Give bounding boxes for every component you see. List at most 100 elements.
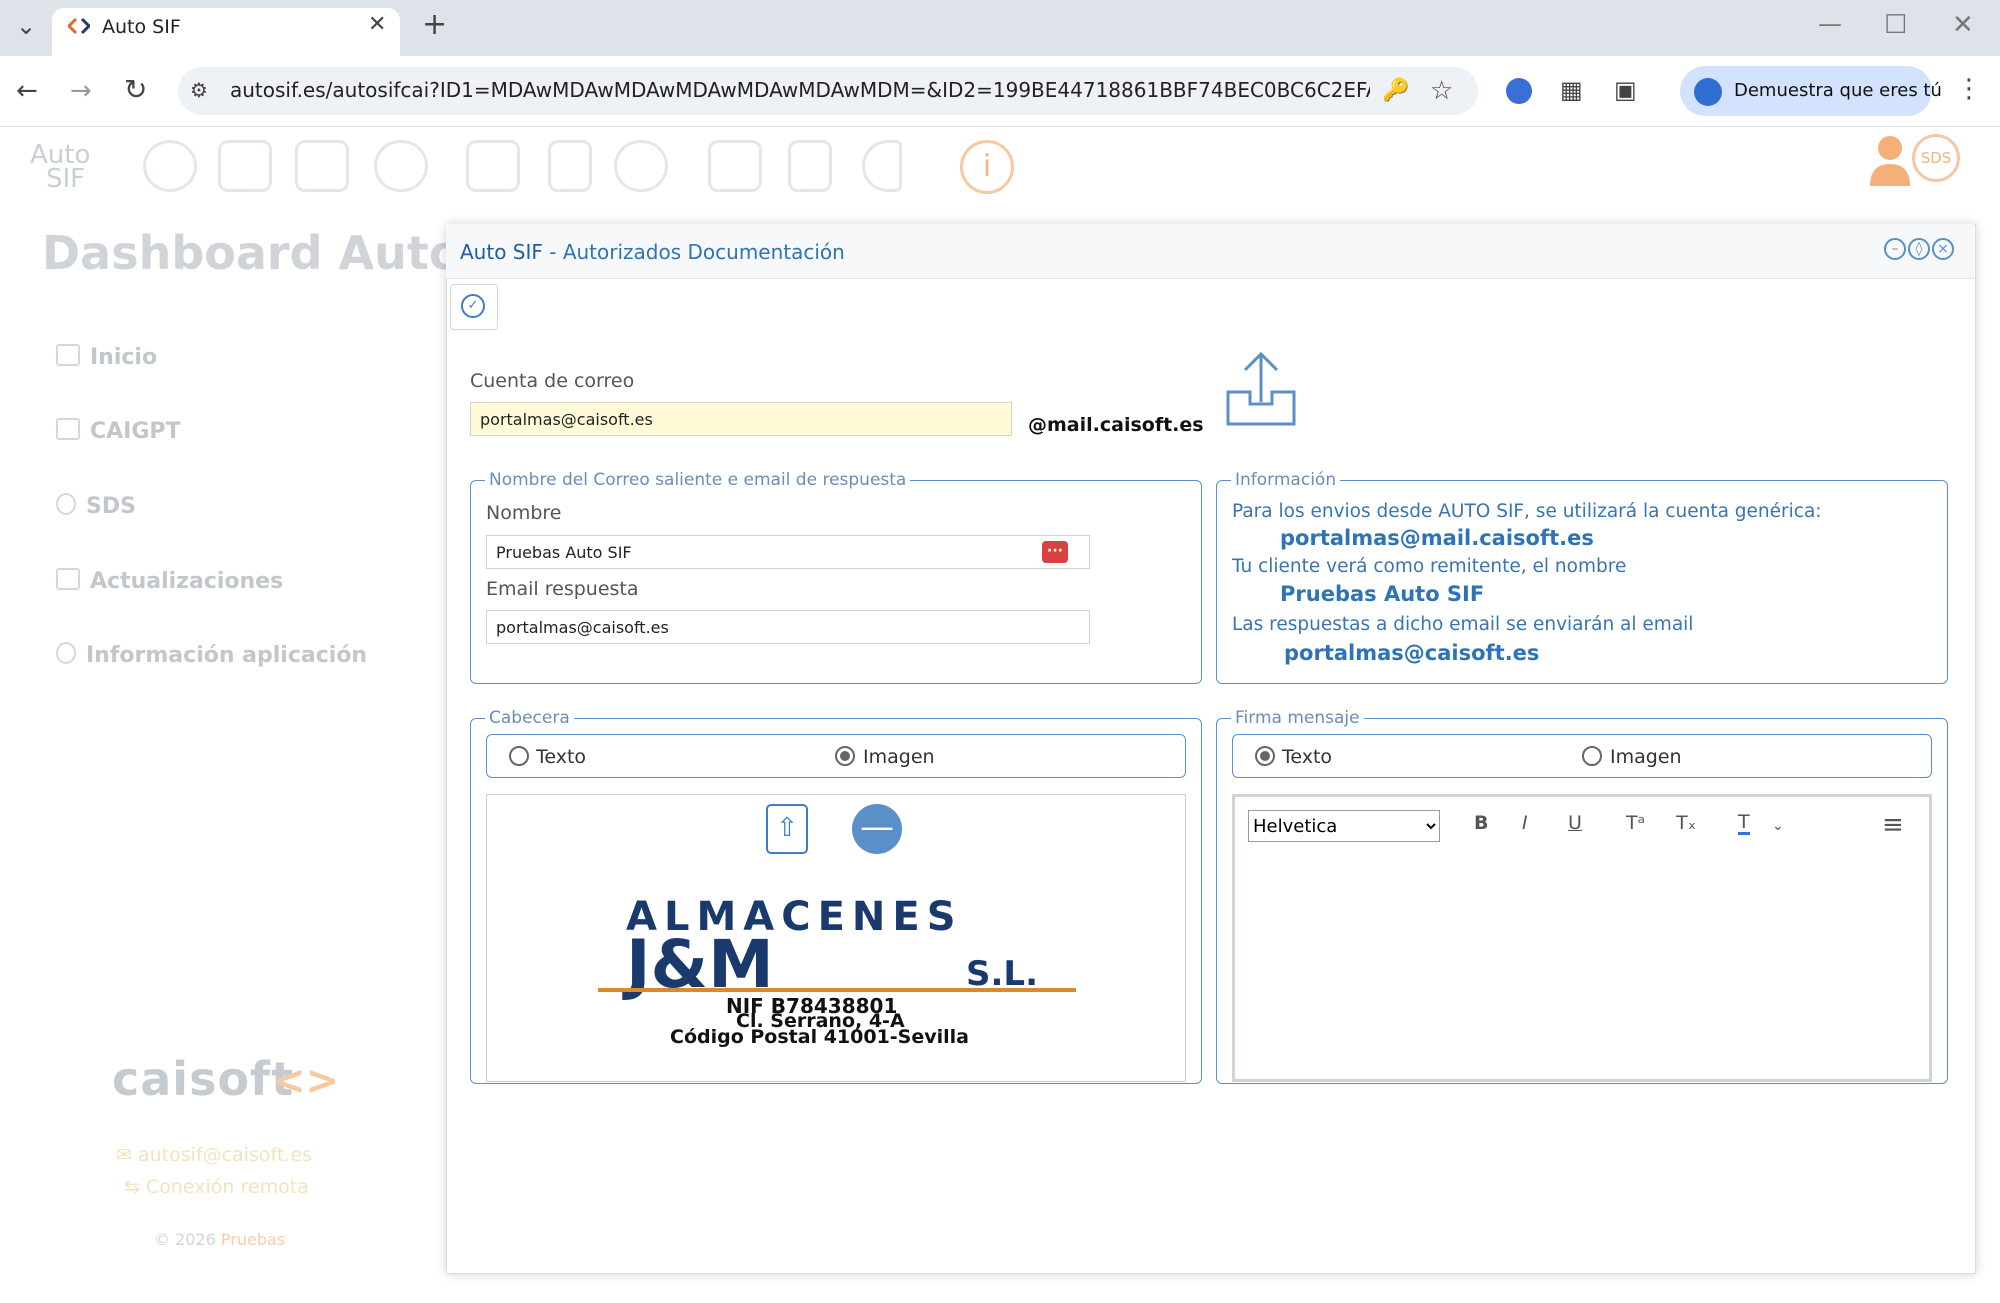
- copyright: © 2026 Pruebas: [154, 1230, 285, 1249]
- back-icon[interactable]: ←: [16, 78, 38, 104]
- italic-button[interactable]: I: [1522, 812, 1528, 834]
- sds-icon[interactable]: SDS: [1912, 134, 1960, 182]
- profile-avatar-icon: [1694, 78, 1722, 106]
- password-key-icon[interactable]: 🔑: [1382, 80, 1409, 102]
- upload-tray-icon[interactable]: [1222, 350, 1300, 430]
- sidebar-item-label: SDS: [86, 494, 136, 519]
- forward-icon[interactable]: →: [70, 78, 92, 104]
- app-logo-line2[interactable]: SIF: [46, 166, 85, 192]
- minimize-modal-icon[interactable]: –: [1884, 238, 1906, 260]
- open-folder-icon[interactable]: [295, 140, 349, 192]
- qr-code-icon[interactable]: ▦: [1560, 78, 1583, 102]
- more-options-icon[interactable]: ···: [1042, 541, 1068, 563]
- tab-search-icon[interactable]: ⌄: [16, 14, 36, 38]
- sender-name-legend: Nombre del Correo saliente e email de re…: [489, 470, 907, 490]
- signature-radio-texto-label: Texto: [1282, 746, 1333, 768]
- align-menu-icon[interactable]: ≡: [1882, 810, 1904, 840]
- header-logo-rule: [598, 988, 1076, 992]
- support-email: autosif@caisoft.es: [137, 1144, 312, 1166]
- upload-image-button[interactable]: ⇧: [766, 804, 808, 854]
- inbox-upload-icon[interactable]: [466, 140, 520, 192]
- remove-image-button[interactable]: —: [852, 804, 902, 854]
- users-icon[interactable]: [374, 140, 428, 192]
- document-icon[interactable]: [548, 140, 592, 192]
- extension-globe-icon[interactable]: [1506, 78, 1532, 104]
- tab-title: Auto SIF: [102, 16, 181, 38]
- superscript-button[interactable]: Tᵃ: [1626, 812, 1645, 834]
- maximize-window-icon[interactable]: ☐: [1884, 12, 1907, 38]
- email-respuesta-input[interactable]: [486, 610, 1090, 644]
- reload-icon[interactable]: ↻: [124, 76, 147, 104]
- text-color-button[interactable]: T: [1738, 812, 1750, 835]
- cloud-upload-icon[interactable]: [614, 140, 668, 192]
- underline-button[interactable]: U: [1568, 812, 1582, 834]
- signature-radio-imagen-label: Imagen: [1610, 746, 1682, 768]
- caisoft-logo-icon: <>: [272, 1058, 340, 1104]
- font-family-select[interactable]: Helvetica: [1248, 810, 1440, 842]
- header-legend: Cabecera: [489, 708, 570, 728]
- minimize-window-icon[interactable]: —: [1818, 12, 1842, 36]
- grid-icon: [56, 344, 80, 366]
- support-email-link[interactable]: ✉ autosif@caisoft.es: [116, 1144, 312, 1166]
- euro-icon[interactable]: [862, 140, 902, 192]
- check-circle-icon: ✓: [461, 294, 485, 318]
- copyright-env: Pruebas: [220, 1230, 286, 1249]
- info-line-3: Las respuestas a dicho email se enviarán…: [1232, 614, 1694, 635]
- info-icon: [56, 642, 76, 664]
- swap-icon: ⇆: [124, 1176, 146, 1198]
- restore-modal-icon[interactable]: ◊: [1908, 238, 1930, 260]
- header-radio-imagen-label: Imagen: [863, 746, 935, 768]
- site-info-icon[interactable]: ⚙: [190, 80, 208, 100]
- modal-title-section: Autorizados Documentación: [562, 240, 845, 264]
- modal-title-app: Auto SIF: [460, 240, 543, 264]
- chat-icon: [56, 418, 80, 440]
- sidebar-item-label: Actualizaciones: [90, 569, 284, 594]
- signature-radio-imagen[interactable]: [1582, 746, 1602, 766]
- checklist-icon[interactable]: [708, 140, 762, 192]
- nombre-input[interactable]: [486, 535, 1090, 569]
- favicon-icon: [66, 17, 92, 35]
- cuenta-input[interactable]: [470, 402, 1012, 436]
- pdf-icon[interactable]: [788, 140, 832, 192]
- mail-icon: ✉: [116, 1144, 138, 1166]
- caisoft-brand: caisoft: [112, 1052, 295, 1106]
- browser-menu-icon[interactable]: ⋮: [1956, 76, 1982, 102]
- info-value-1: portalmas@mail.caisoft.es: [1280, 526, 1594, 550]
- url-text[interactable]: autosif.es/autosifcai?ID1=MDAwMDAwMDAwMD…: [230, 78, 1370, 102]
- sidebar-item-label: Información aplicación: [86, 643, 368, 668]
- remote-connection-link[interactable]: ⇆ Conexión remota: [124, 1176, 309, 1198]
- email-respuesta-label: Email respuesta: [486, 578, 639, 600]
- sidebar-item-caigpt[interactable]: CAIGPT: [56, 418, 181, 444]
- profile-label: Demuestra que eres tú: [1734, 80, 1942, 101]
- info-line-2: Tu cliente verá como remitente, el nombr…: [1232, 556, 1627, 577]
- sidebar-item-informacion[interactable]: Información aplicación: [56, 642, 367, 668]
- header-radio-texto[interactable]: [509, 746, 529, 766]
- minus-icon: —: [860, 807, 894, 847]
- signature-legend: Firma mensaje: [1235, 708, 1360, 728]
- sidebar-item-actualizaciones[interactable]: Actualizaciones: [56, 568, 283, 594]
- info-value-2: Pruebas Auto SIF: [1280, 582, 1485, 606]
- close-modal-icon[interactable]: ×: [1932, 238, 1954, 260]
- close-tab-icon[interactable]: ✕: [368, 14, 386, 36]
- sidebar-item-inicio[interactable]: Inicio: [56, 344, 157, 370]
- close-window-icon[interactable]: ✕: [1952, 12, 1974, 38]
- info-circle-icon[interactable]: i: [960, 140, 1014, 194]
- text-color-dropdown-icon[interactable]: ⌄: [1772, 818, 1784, 834]
- sidebar-item-sds[interactable]: SDS: [56, 493, 136, 519]
- new-tab-icon[interactable]: +: [422, 10, 447, 40]
- arrow-up-icon: ⇧: [776, 813, 798, 843]
- cuenta-label: Cuenta de correo: [470, 370, 635, 392]
- subscript-button[interactable]: Tₓ: [1676, 812, 1696, 834]
- info-line-1: Para los envios desde AUTO SIF, se utili…: [1232, 501, 1822, 522]
- bold-button[interactable]: B: [1474, 812, 1488, 834]
- header-radio-imagen[interactable]: [835, 746, 855, 766]
- confirm-button[interactable]: ✓: [450, 284, 498, 330]
- settings-icon[interactable]: [143, 140, 197, 192]
- modal-title: Auto SIF - Autorizados Documentación: [460, 240, 845, 264]
- sender-name-section: Nombre del Correo saliente e email de re…: [470, 470, 1202, 684]
- extensions-puzzle-icon[interactable]: ▣: [1614, 78, 1637, 102]
- signature-radio-texto[interactable]: [1255, 746, 1275, 766]
- bookmark-star-icon[interactable]: ☆: [1430, 78, 1453, 104]
- modal-title-sep: -: [549, 240, 557, 264]
- folder-icon[interactable]: [218, 140, 272, 192]
